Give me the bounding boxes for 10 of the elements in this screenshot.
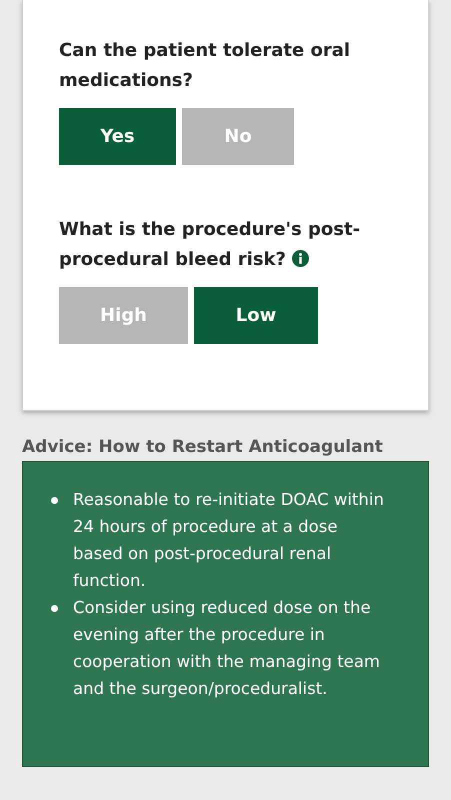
question-text: Can the patient tolerate oral medications? — [59, 39, 352, 93]
bullet-icon — [51, 605, 58, 612]
advice-title: Advice: How to Restart Anticoagulant — [22, 437, 384, 457]
advice-item: Consider using reduced dose on the evening after the procedure in cooperation with the managing team and the surgeon/proceduralist. — [73, 597, 381, 700]
option-button[interactable]: Low — [194, 287, 318, 344]
option-button[interactable]: Yes — [59, 108, 176, 165]
advice-item: Reasonable to re-initiate DOAC within 24 hours of procedure at a dose based on post-procedural renal function. — [73, 489, 385, 592]
info-icon[interactable] — [292, 250, 309, 267]
question-text: What is the procedure's post-procedural bleed risk? — [59, 218, 362, 272]
bullet-icon — [51, 497, 58, 504]
